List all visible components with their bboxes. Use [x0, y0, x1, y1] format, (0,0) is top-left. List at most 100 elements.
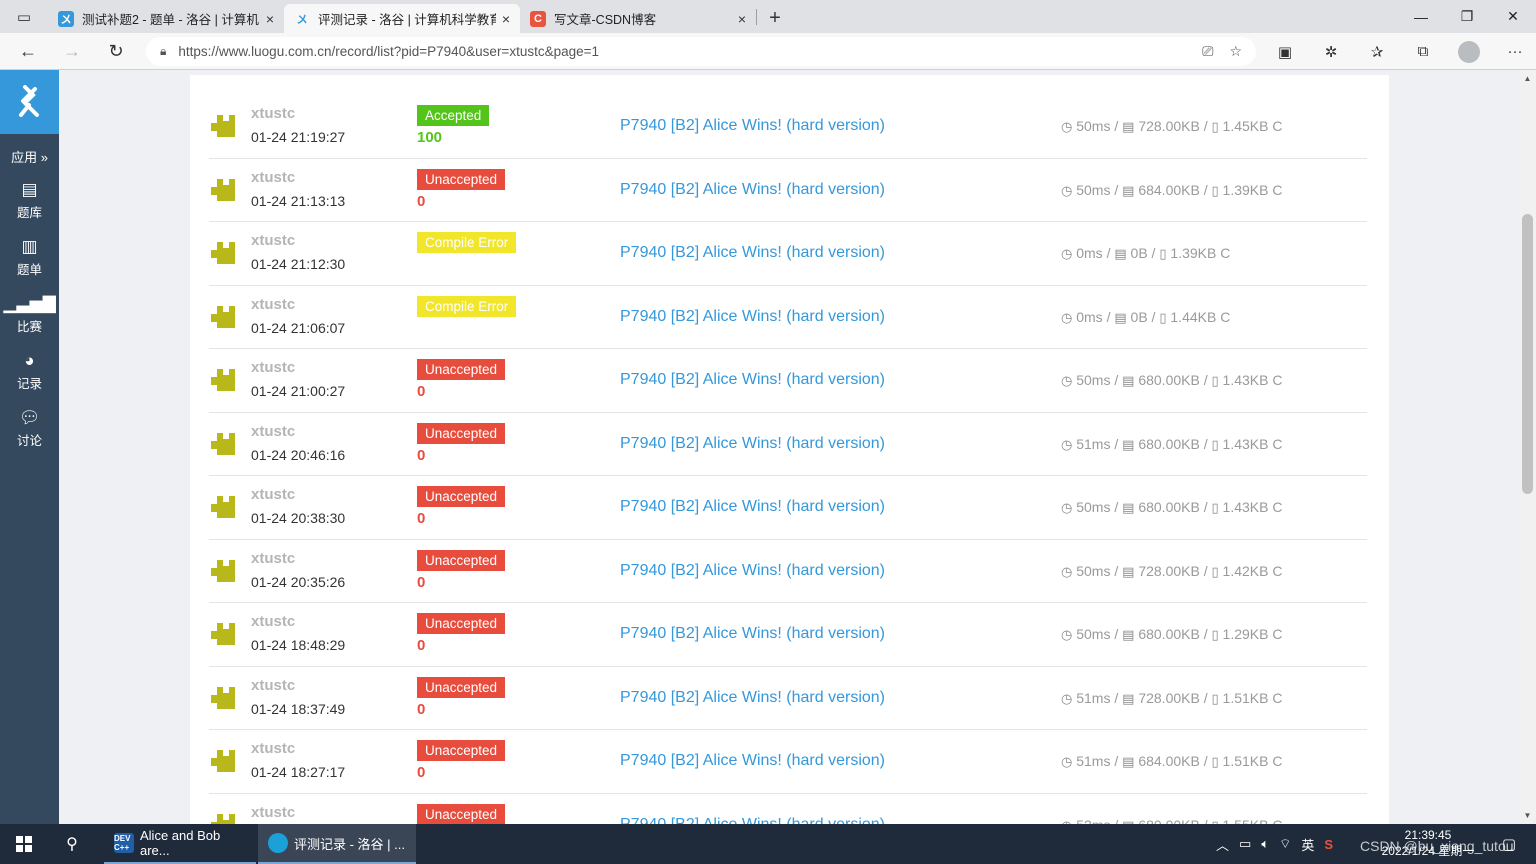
luogu-logo[interactable]: [0, 70, 59, 134]
record-username[interactable]: xtustc: [251, 423, 295, 440]
favorites-icon[interactable]: ✰: [1354, 43, 1400, 61]
taskbar-app-devcpp[interactable]: DEV C++ Alice and Bob are...: [104, 824, 256, 864]
user-avatar-icon[interactable]: [209, 558, 237, 586]
tab-actions-button[interactable]: ▭: [0, 0, 48, 33]
settings-more-icon[interactable]: ···: [1492, 43, 1536, 60]
user-avatar-icon[interactable]: [209, 494, 237, 522]
user-avatar-icon[interactable]: [209, 621, 237, 649]
user-avatar-icon[interactable]: [209, 367, 237, 395]
record-problem-link[interactable]: P7940 [B2] Alice Wins! (hard version): [620, 117, 885, 135]
record-username[interactable]: xtustc: [251, 296, 295, 313]
add-favorite-icon[interactable]: ☆: [1229, 43, 1242, 60]
record-row[interactable]: xtustc 01-24 18:27:17 Unaccepted 0 P7940 [B2…: [209, 730, 1367, 794]
record-username[interactable]: xtustc: [251, 486, 295, 503]
record-username[interactable]: xtustc: [251, 677, 295, 694]
record-row[interactable]: xtustc 01-24 20:35:26 Unaccepted 0 P7940 [B2…: [209, 540, 1367, 603]
record-row[interactable]: xtustc 01-24 18:37:49 Unaccepted 0 P7940 [B2…: [209, 667, 1367, 730]
record-row[interactable]: xtustc 01-24 21:00:27 Unaccepted 0 P7940 [B2…: [209, 349, 1367, 413]
user-avatar-icon[interactable]: [209, 113, 237, 141]
volume-icon[interactable]: 🔈︎: [1261, 836, 1269, 852]
record-row[interactable]: xtustc 01-24 20:46:16 Unaccepted 0 P7940 [B2…: [209, 413, 1367, 476]
record-row[interactable]: xtustc 01-24 21:13:13 Unaccepted 0 P7940 [B2…: [209, 159, 1367, 222]
record-row[interactable]: xtustc 01-24 21:06:07 Compile Error P7940 […: [209, 286, 1367, 349]
close-tab-icon[interactable]: ×: [738, 11, 746, 27]
record-problem-link[interactable]: P7940 [B2] Alice Wins! (hard version): [620, 689, 885, 707]
page-scrollbar[interactable]: ▲ ▼: [1519, 70, 1536, 824]
power-icon[interactable]: ▭: [1239, 836, 1251, 852]
tab-csdn-write[interactable]: C 写文章-CSDN博客 ×: [520, 4, 756, 33]
wifi-icon[interactable]: ⌔: [1279, 836, 1291, 852]
record-status-badge[interactable]: Unaccepted: [417, 740, 506, 761]
tab-luogu-problem-list[interactable]: 〤 测试补题2 - 题单 - 洛谷 | 计算机 ×: [48, 4, 284, 33]
record-status-badge[interactable]: Compile Error: [417, 232, 517, 253]
sidebar-apps-toggle[interactable]: 应用 »: [0, 140, 59, 172]
record-status-badge[interactable]: Unaccepted: [417, 422, 506, 444]
record-problem-link[interactable]: P7940 [B2] Alice Wins! (hard version): [620, 562, 885, 580]
record-problem-link[interactable]: P7940 [B2] Alice Wins! (hard version): [620, 752, 885, 770]
record-row[interactable]: xtustc 01-24 21:12:30 Compile Error P7940 […: [209, 222, 1367, 286]
address-bar[interactable]: 🔒︎ https://www.luogu.com.cn/record/list?…: [146, 37, 1256, 66]
record-row[interactable]: xtustc 01-24 18:48:29 Unaccepted 0 P7940 [B2…: [209, 603, 1367, 667]
record-row[interactable]: xtustc Unaccepted P7940 [B2] Alice Wins! (…: [209, 794, 1367, 825]
record-problem-link[interactable]: P7940 [B2] Alice Wins! (hard version): [620, 625, 885, 643]
sidebar-item-training[interactable]: ▥ 题单: [0, 229, 59, 286]
scroll-up-arrow-icon[interactable]: ▲: [1519, 70, 1536, 87]
record-problem-link[interactable]: P7940 [B2] Alice Wins! (hard version): [620, 435, 885, 453]
record-status-badge[interactable]: Unaccepted: [417, 676, 506, 698]
record-status-badge[interactable]: Accepted: [417, 105, 490, 126]
extension-icon[interactable]: ▣: [1262, 43, 1308, 61]
sidebar-item-problems[interactable]: ▤ 题库: [0, 172, 59, 229]
show-hidden-icons-icon[interactable]: ︿: [1216, 835, 1229, 854]
url-text[interactable]: https://www.luogu.com.cn/record/list?pid…: [178, 44, 1202, 59]
record-status-badge[interactable]: Unaccepted: [417, 613, 506, 634]
search-button[interactable]: ⚲: [48, 824, 96, 864]
record-problem-link[interactable]: P7940 [B2] Alice Wins! (hard version): [620, 308, 885, 326]
sidebar-item-contests[interactable]: ▁▃▅▇ 比赛: [0, 286, 59, 343]
tab-luogu-records[interactable]: 〤 评测记录 - 洛谷 | 计算机科学教育 ×: [284, 4, 520, 33]
close-tab-icon[interactable]: ×: [266, 11, 274, 27]
record-problem-link[interactable]: P7940 [B2] Alice Wins! (hard version): [620, 181, 885, 199]
user-avatar-icon[interactable]: [209, 177, 237, 205]
user-avatar-icon[interactable]: [209, 685, 237, 713]
user-avatar-icon[interactable]: [209, 812, 237, 825]
user-avatar-icon[interactable]: [209, 304, 237, 332]
record-username[interactable]: xtustc: [251, 232, 295, 249]
record-username[interactable]: xtustc: [251, 740, 295, 757]
record-username[interactable]: xtustc: [251, 105, 295, 122]
record-username[interactable]: xtustc: [251, 359, 295, 376]
user-avatar-icon[interactable]: [209, 431, 237, 459]
taskbar-app-edge[interactable]: 评测记录 - 洛谷 | ...: [258, 824, 416, 864]
record-username[interactable]: xtustc: [251, 550, 295, 567]
record-problem-link[interactable]: P7940 [B2] Alice Wins! (hard version): [620, 498, 885, 516]
new-tab-button[interactable]: +: [757, 4, 793, 33]
close-window-button[interactable]: ✕: [1490, 0, 1536, 33]
record-row[interactable]: xtustc 01-24 20:38:30 Unaccepted 0 P7940 [B2…: [209, 476, 1367, 540]
forward-button[interactable]: →: [50, 33, 94, 70]
scroll-down-arrow-icon[interactable]: ▼: [1519, 807, 1536, 824]
restore-button[interactable]: ❐: [1444, 0, 1490, 33]
record-problem-link[interactable]: P7940 [B2] Alice Wins! (hard version): [620, 371, 885, 389]
record-status-badge[interactable]: Unaccepted: [417, 549, 506, 571]
record-status-badge[interactable]: Unaccepted: [417, 803, 506, 824]
collections-icon[interactable]: ⧉: [1400, 43, 1446, 60]
record-username[interactable]: xtustc: [251, 169, 295, 186]
user-avatar-icon[interactable]: [209, 240, 237, 268]
csdn-tray-icon[interactable]: S: [1324, 837, 1333, 852]
record-problem-link[interactable]: P7940 [B2] Alice Wins! (hard version): [620, 244, 885, 262]
read-aloud-icon[interactable]: ⎚: [1202, 43, 1213, 60]
scrollbar-thumb[interactable]: [1522, 214, 1533, 494]
extensions-puzzle-icon[interactable]: ✲: [1308, 43, 1354, 61]
minimize-button[interactable]: —: [1398, 0, 1444, 33]
record-row[interactable]: xtustc 01-24 21:19:27 Accepted 100 P7940 [B2…: [209, 95, 1367, 159]
sidebar-item-records[interactable]: ◕ 记录: [0, 343, 59, 400]
close-tab-icon[interactable]: ×: [502, 11, 510, 27]
profile-button[interactable]: [1446, 40, 1492, 63]
sidebar-item-discuss[interactable]: 💬︎ 讨论: [0, 400, 59, 457]
record-problem-link[interactable]: P7940 [B2] Alice Wins! (hard version): [620, 816, 885, 825]
refresh-button[interactable]: ↻: [94, 33, 138, 70]
record-username[interactable]: xtustc: [251, 613, 295, 630]
record-status-badge[interactable]: Unaccepted: [417, 486, 506, 507]
record-status-badge[interactable]: Unaccepted: [417, 168, 506, 190]
back-button[interactable]: ←: [6, 33, 50, 70]
record-status-badge[interactable]: Unaccepted: [417, 359, 506, 380]
